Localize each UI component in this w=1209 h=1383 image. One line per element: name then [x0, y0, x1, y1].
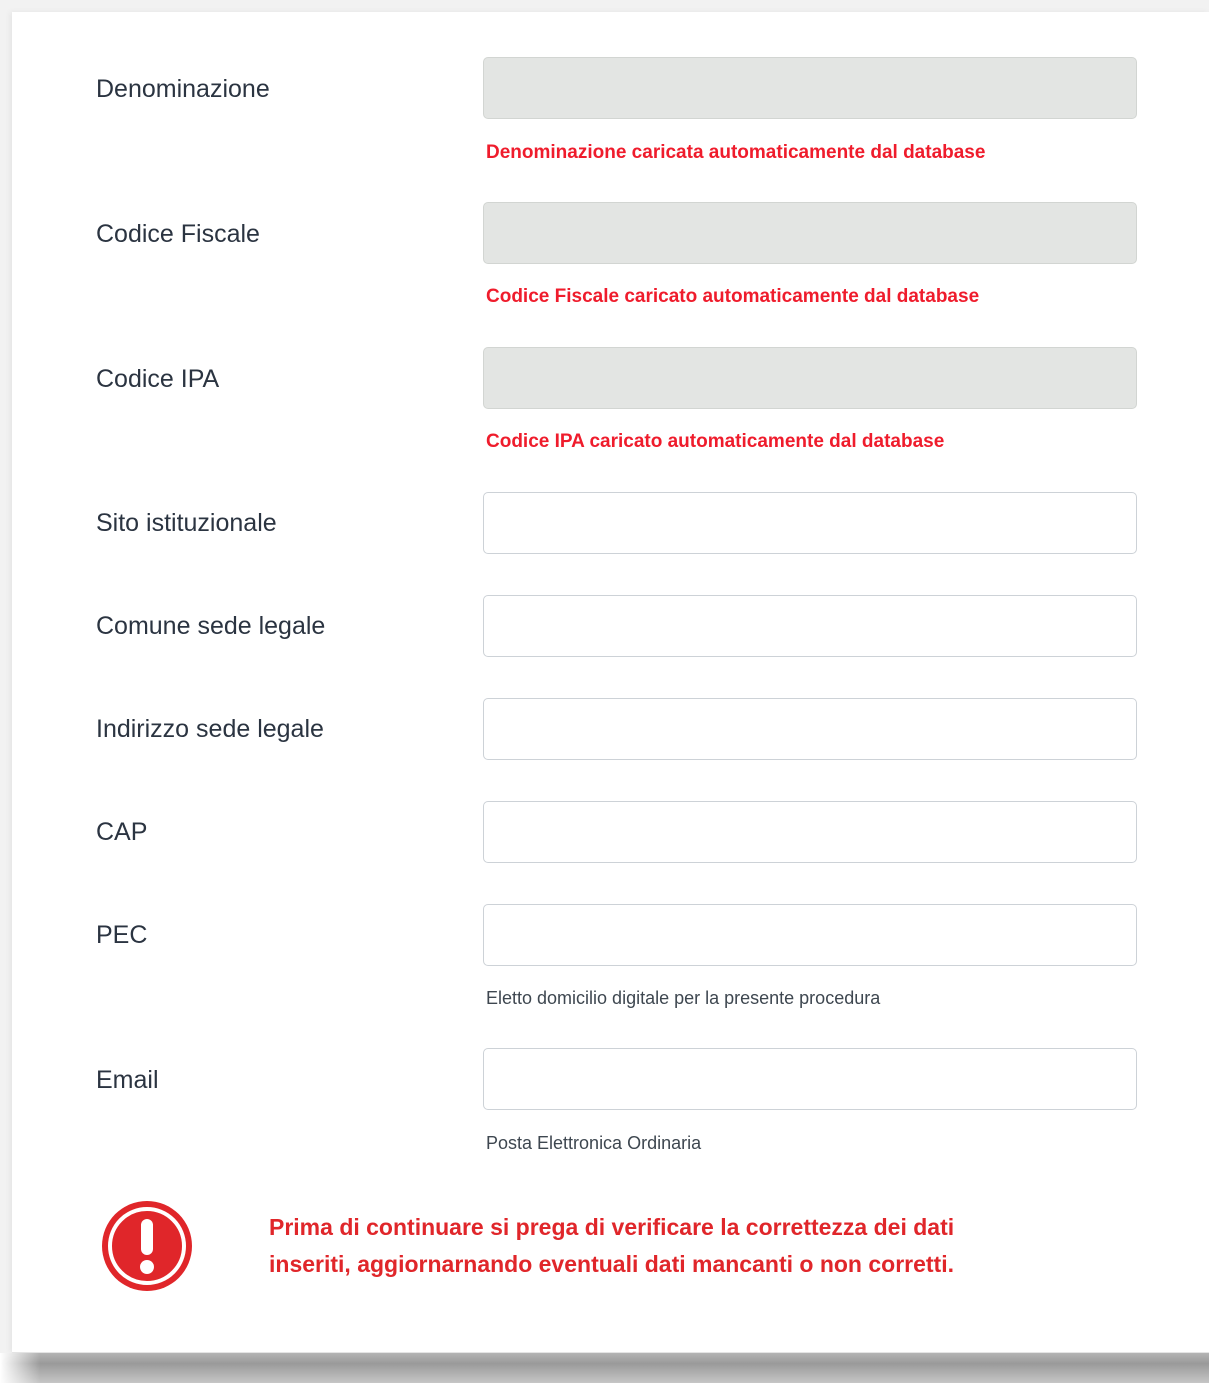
form-card: Denominazione Denominazione caricata aut…: [12, 12, 1209, 1353]
email-field[interactable]: [483, 1048, 1137, 1110]
bottom-shadow-bar: [0, 1353, 1209, 1383]
label-indirizzo-sede-legale: Indirizzo sede legale: [96, 715, 324, 743]
pec-field[interactable]: [483, 904, 1137, 966]
denominazione-hint: Denominazione caricata automaticamente d…: [486, 142, 986, 163]
warning-message: Prima di continuare si prega di verifica…: [269, 1214, 955, 1277]
denominazione-field[interactable]: [483, 57, 1137, 119]
cap-field[interactable]: [483, 801, 1137, 863]
exclamation-circle-icon: [100, 1199, 194, 1293]
codice-ipa-field[interactable]: [483, 347, 1137, 409]
sito-istituzionale-field[interactable]: [483, 492, 1137, 554]
label-pec: PEC: [96, 921, 148, 949]
verification-warning: Prima di continuare si prega di verifica…: [100, 1199, 1000, 1299]
label-email: Email: [96, 1066, 159, 1094]
indirizzo-sede-legale-field[interactable]: [483, 698, 1137, 760]
label-cap: CAP: [96, 818, 148, 846]
page: Denominazione Denominazione caricata aut…: [0, 0, 1209, 1383]
pec-hint: Eletto domicilio digitale per la present…: [486, 988, 881, 1008]
label-codice-ipa: Codice IPA: [96, 365, 220, 393]
label-comune-sede-legale: Comune sede legale: [96, 612, 326, 640]
codice-fiscale-hint: Codice Fiscale caricato automaticamente …: [486, 286, 980, 307]
email-hint: Posta Elettronica Ordinaria: [486, 1133, 702, 1153]
label-denominazione: Denominazione: [96, 75, 270, 103]
codice-fiscale-field[interactable]: [483, 202, 1137, 264]
comune-sede-legale-field[interactable]: [483, 595, 1137, 657]
label-sito-istituzionale: Sito istituzionale: [96, 509, 277, 537]
codice-ipa-hint: Codice IPA caricato automaticamente dal …: [486, 431, 945, 452]
label-codice-fiscale: Codice Fiscale: [96, 220, 260, 248]
